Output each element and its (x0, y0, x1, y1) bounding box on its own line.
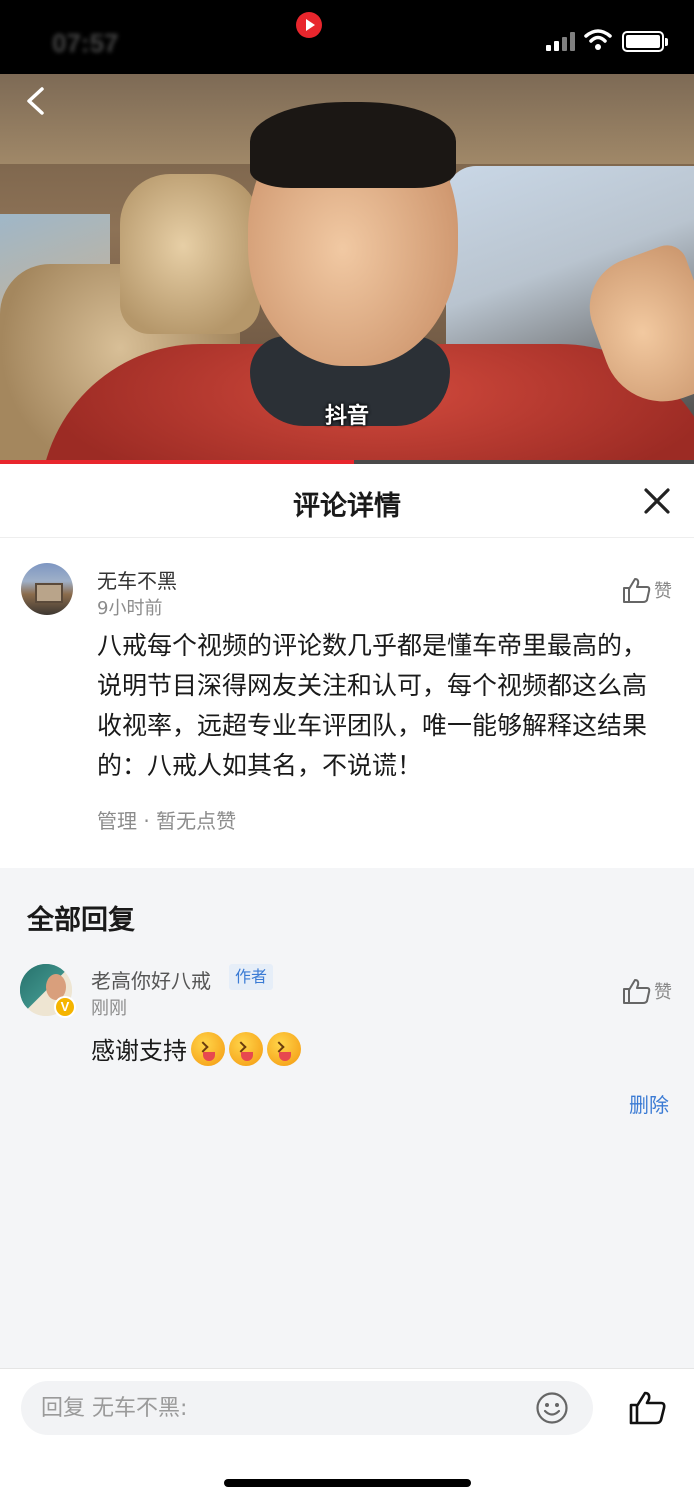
comment-like-button[interactable]: 赞 (622, 575, 672, 605)
reply-body: 感谢支持 (91, 1031, 301, 1066)
reply-input[interactable] (21, 1381, 593, 1435)
commenter-name[interactable]: 无车不黑 (97, 565, 177, 594)
like-label: 赞 (654, 982, 672, 1003)
replies-section: 全部回复 V 老高你好八戒 作者 刚刚 赞 感谢支持 删除 (0, 868, 694, 1368)
tongue-wink-emoji-icon (191, 1031, 225, 1066)
comment-meta[interactable]: 管理 · 暂无点赞 (97, 805, 236, 834)
author-avatar[interactable]: V (20, 964, 76, 1018)
reply-text: 感谢支持 (91, 1037, 187, 1065)
like-label: 赞 (654, 581, 672, 602)
sheet-title: 评论详情 (293, 491, 401, 522)
emoji-icon[interactable] (535, 1391, 569, 1425)
comment-detail-sheet: 评论详情 无车不黑 9小时前 赞 八戒每个视频的评论数几乎都是懂车帝里最高的，说… (0, 464, 694, 868)
verified-icon: V (54, 996, 76, 1018)
author-tag: 作者 (229, 964, 274, 990)
reply-time: 刚刚 (91, 998, 127, 1019)
wifi-icon (584, 29, 612, 50)
status-bar: 07:57 (0, 0, 694, 74)
close-icon[interactable] (640, 484, 674, 518)
thumbs-up-icon[interactable] (628, 1389, 666, 1427)
tongue-wink-emoji-icon (229, 1031, 263, 1066)
bottom-reply-bar (0, 1368, 694, 1500)
sheet-header: 评论详情 (0, 464, 694, 538)
comment-time: 9小时前 (97, 598, 163, 619)
home-indicator[interactable] (224, 1479, 471, 1487)
signal-icon (546, 31, 576, 51)
commenter-avatar[interactable] (21, 563, 73, 615)
delete-reply-link[interactable]: 删除 (629, 1089, 669, 1118)
screen-record-icon (296, 12, 322, 38)
thumbs-up-icon (623, 578, 651, 603)
comment-body: 八戒每个视频的评论数几乎都是懂车帝里最高的，说明节目深得网友关注和认可，每个视频… (97, 631, 648, 780)
tongue-wink-emoji-icon (267, 1031, 301, 1066)
status-time: 07:57 (52, 28, 119, 58)
battery-icon (622, 31, 668, 52)
thumbs-up-icon (623, 979, 651, 1004)
reply-like-button[interactable]: 赞 (622, 976, 672, 1006)
reply-author-name[interactable]: 老高你好八戒 (91, 965, 211, 994)
video-watermark: 抖音 (324, 404, 369, 429)
back-arrow-icon[interactable] (24, 86, 48, 116)
replies-title: 全部回复 (27, 905, 135, 936)
